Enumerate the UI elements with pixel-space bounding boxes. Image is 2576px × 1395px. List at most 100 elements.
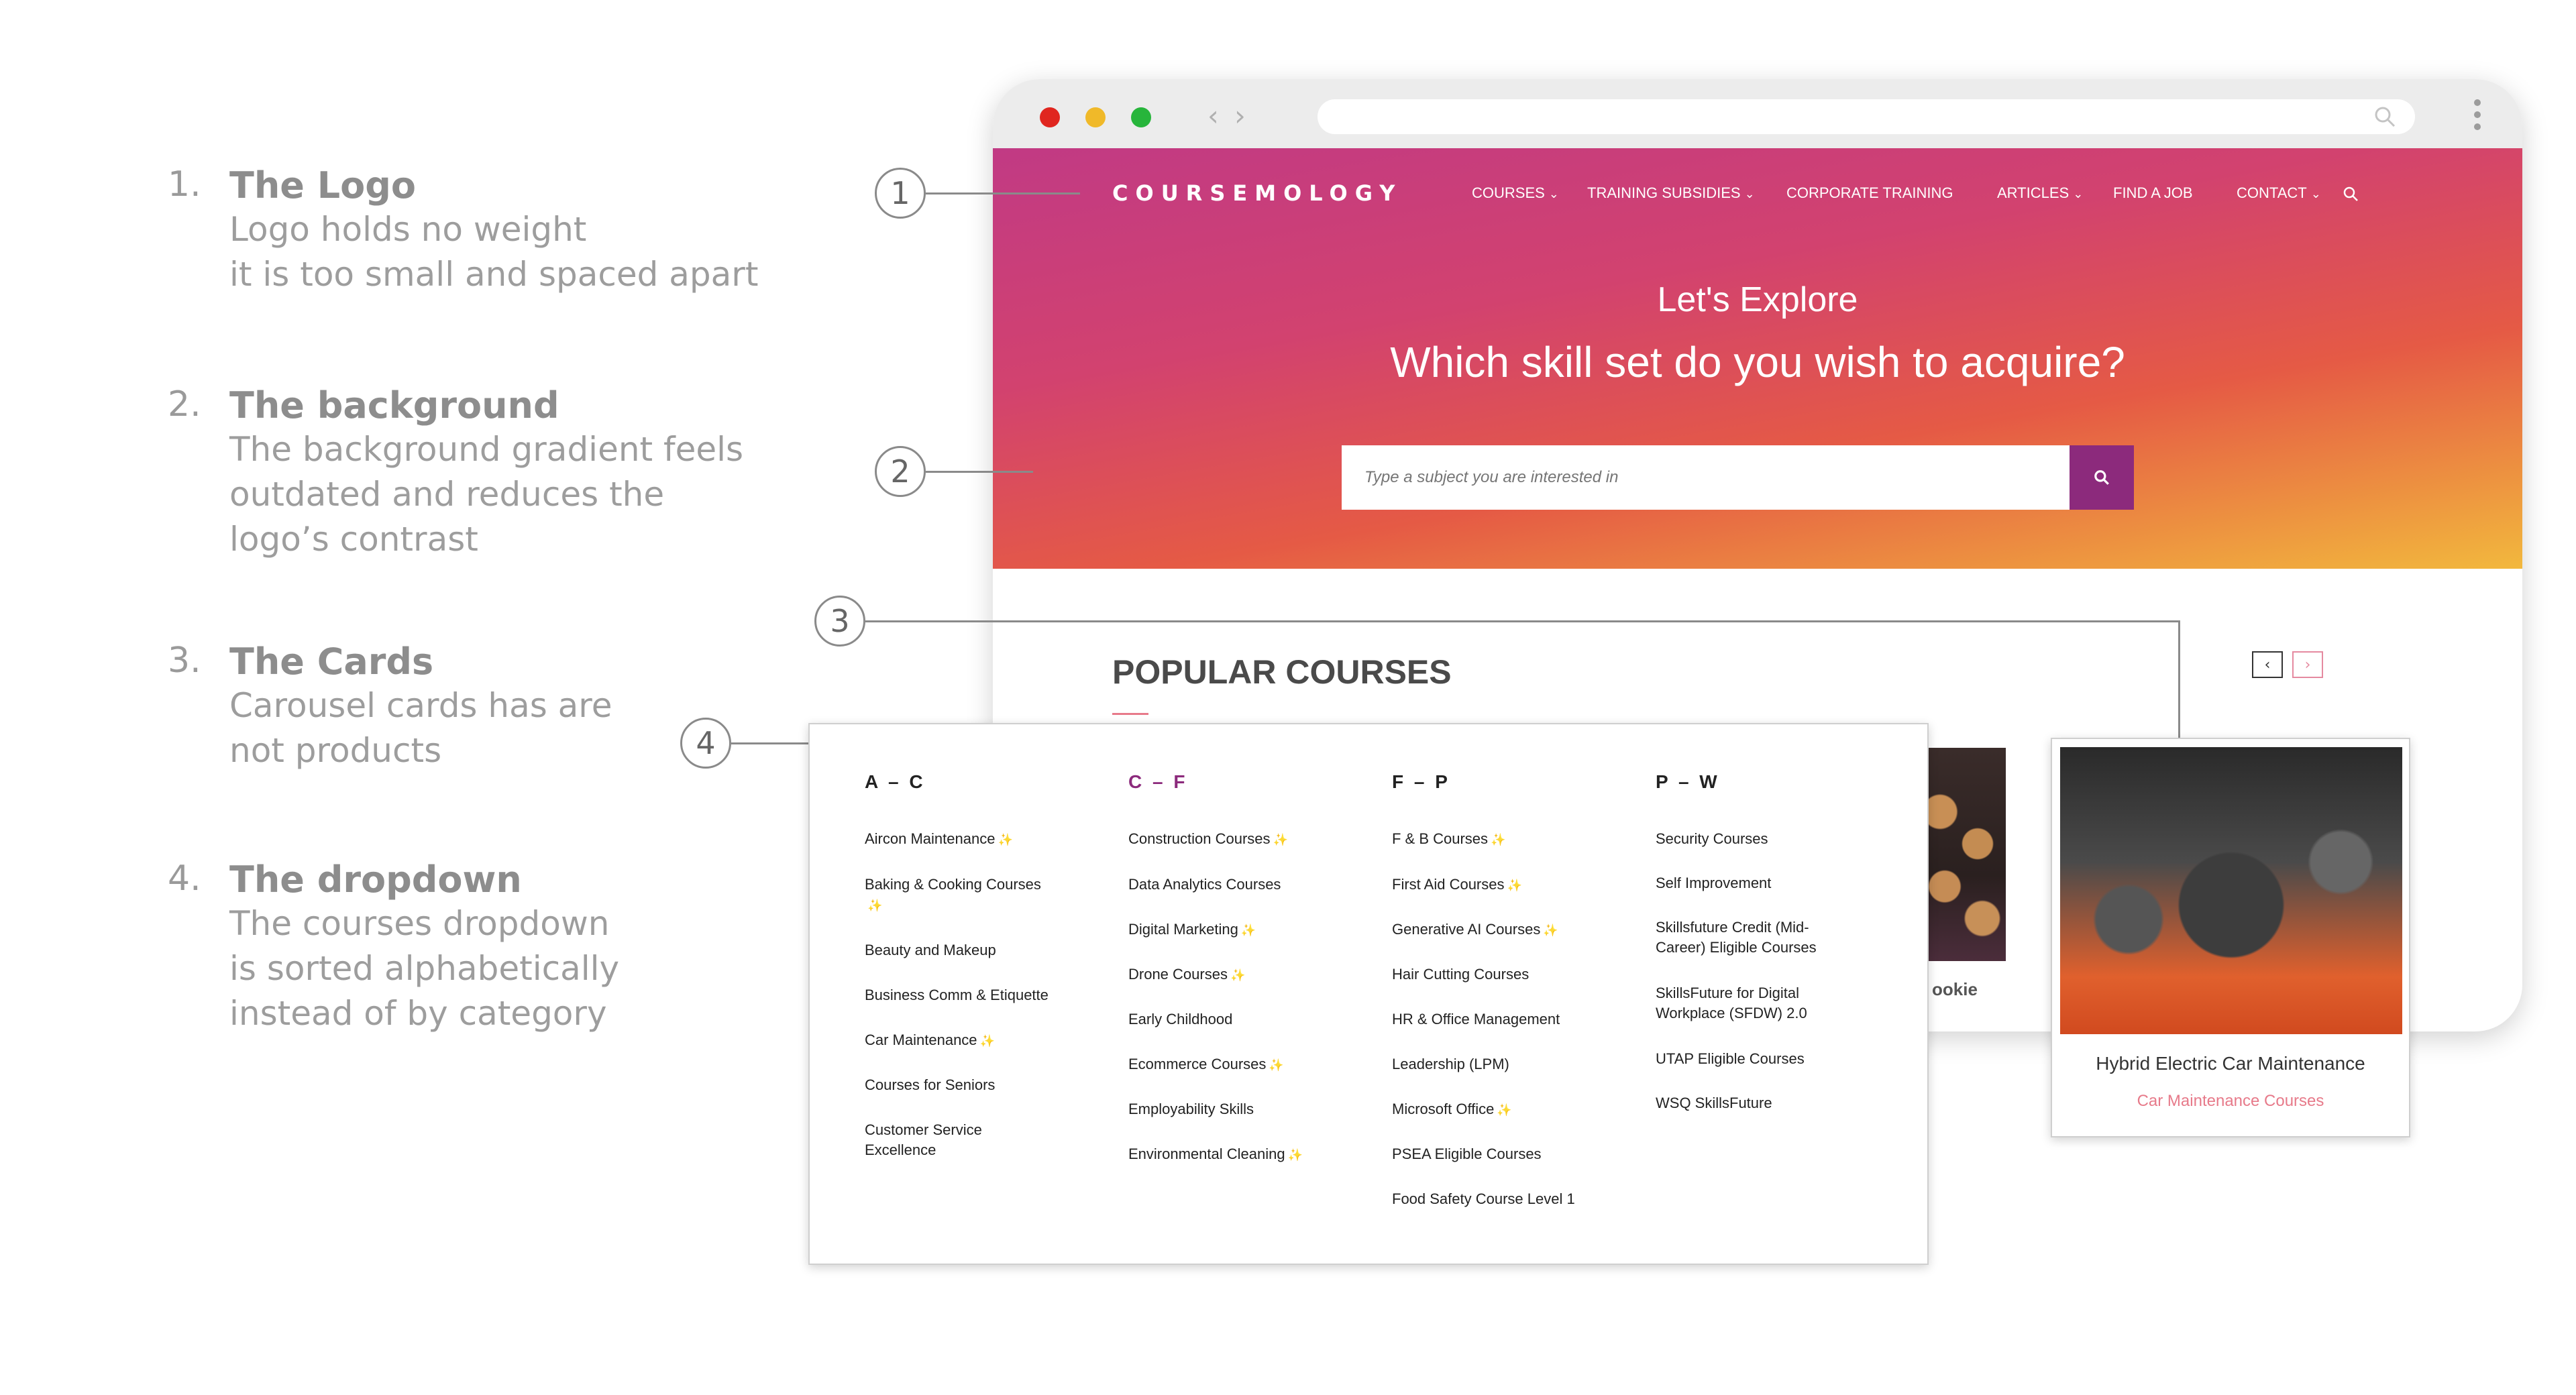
carousel-prev-button[interactable]: ‹: [2252, 651, 2283, 678]
annotation-text: instead of by category: [229, 994, 607, 1033]
course-card-title[interactable]: ookie: [1932, 979, 1978, 1000]
chevron-down-icon: ⌄: [1744, 187, 1755, 201]
search-icon[interactable]: [2343, 186, 2359, 202]
dropdown-item[interactable]: Ecommerce Courses ✨: [1128, 1054, 1350, 1075]
sparkle-icon: ✨: [1273, 833, 1288, 846]
item-label: Digital Marketing: [1128, 921, 1238, 938]
forward-arrow-icon[interactable]: ›: [1234, 99, 1246, 132]
callout-1: 1: [875, 168, 926, 219]
chevron-down-icon: ⌄: [2073, 187, 2084, 201]
dropdown-item[interactable]: Beauty and Makeup: [865, 940, 1086, 960]
annotation-text: logo’s contrast: [229, 520, 478, 559]
dropdown-item[interactable]: F & B Courses ✨: [1392, 829, 1613, 850]
carousel-next-button[interactable]: ›: [2292, 651, 2323, 678]
nav-articles[interactable]: ARTICLES ⌄: [1997, 184, 2083, 202]
item-label: WSQ SkillsFuture: [1656, 1095, 1772, 1111]
sparkle-icon: ✨: [1491, 833, 1506, 846]
nav-label: ARTICLES: [1997, 184, 2070, 201]
item-label: Customer Service Excellence: [865, 1121, 982, 1158]
item-label: Security Courses: [1656, 830, 1768, 847]
course-search-input[interactable]: [1342, 445, 2012, 510]
dropdown-item[interactable]: Business Comm & Etiquette: [865, 985, 1086, 1005]
item-label: Courses for Seniors: [865, 1076, 996, 1093]
minimize-window-button[interactable]: [1085, 107, 1106, 127]
nav-label: COURSES: [1472, 184, 1545, 201]
course-card-category[interactable]: Car Maintenance Courses: [2052, 1092, 2409, 1111]
dropdown-item[interactable]: Drone Courses ✨: [1128, 964, 1350, 985]
annotation-number: 2.: [168, 384, 201, 425]
column-heading: P – W: [1656, 771, 1720, 792]
item-label: Construction Courses: [1128, 830, 1271, 847]
close-window-button[interactable]: [1040, 107, 1060, 127]
item-label: Car Maintenance: [865, 1031, 977, 1048]
nav-find-a-job[interactable]: FIND A JOB: [2113, 184, 2193, 202]
sparkle-icon: ✨: [867, 899, 883, 912]
dropdown-item[interactable]: Environmental Cleaning ✨: [1128, 1144, 1350, 1165]
annotation-text: Carousel cards has are: [229, 686, 612, 725]
item-label: Self Improvement: [1656, 875, 1772, 891]
nav-training-subsidies[interactable]: TRAINING SUBSIDIES ⌄: [1587, 184, 1755, 202]
sparkle-icon: ✨: [1240, 924, 1256, 937]
nav-contact[interactable]: CONTACT ⌄: [2237, 184, 2321, 202]
more-menu-icon[interactable]: [2474, 99, 2482, 135]
maximize-window-button[interactable]: [1131, 107, 1151, 127]
nav-label: FIND A JOB: [2113, 184, 2193, 201]
item-label: Baking & Cooking Courses: [865, 876, 1041, 893]
dropdown-item[interactable]: Aircon Maintenance ✨: [865, 829, 1086, 850]
sparkle-icon: ✨: [1287, 1148, 1303, 1162]
dropdown-item[interactable]: Leadership (LPM): [1392, 1054, 1613, 1074]
dropdown-item[interactable]: Digital Marketing ✨: [1128, 919, 1350, 940]
dropdown-item[interactable]: Microsoft Office ✨: [1392, 1099, 1613, 1120]
search-button[interactable]: [2070, 445, 2134, 510]
course-card-title[interactable]: Hybrid Electric Car Maintenance: [2052, 1053, 2409, 1074]
column-heading: A – C: [865, 771, 926, 792]
address-bar[interactable]: [1318, 99, 2415, 134]
site-logo[interactable]: COURSEMOLOGY: [1112, 180, 1402, 206]
dropdown-item[interactable]: Self Improvement: [1656, 873, 1877, 893]
dropdown-item[interactable]: Baking & Cooking Courses ✨: [865, 875, 1086, 915]
item-label: Environmental Cleaning: [1128, 1146, 1285, 1162]
dropdown-item[interactable]: WSQ SkillsFuture: [1656, 1093, 1877, 1113]
chevron-down-icon: ⌄: [2310, 187, 2321, 201]
sparkle-icon: ✨: [998, 833, 1013, 846]
dropdown-item[interactable]: Early Childhood: [1128, 1009, 1350, 1029]
dropdown-item[interactable]: Customer Service Excellence: [865, 1120, 1026, 1160]
dropdown-item[interactable]: Construction Courses ✨: [1128, 829, 1350, 850]
dropdown-item[interactable]: Courses for Seniors: [865, 1075, 1086, 1095]
nav-label: CORPORATE TRAINING: [1786, 184, 1953, 201]
item-label: F & B Courses: [1392, 830, 1489, 847]
dropdown-item[interactable]: Data Analytics Courses: [1128, 875, 1350, 895]
item-label: Aircon Maintenance: [865, 830, 996, 847]
back-arrow-icon[interactable]: ‹: [1208, 99, 1219, 132]
callout-3: 3: [814, 596, 865, 647]
item-label: Generative AI Courses: [1392, 921, 1541, 938]
callout-4: 4: [680, 718, 731, 769]
dropdown-item[interactable]: Employability Skills: [1128, 1099, 1350, 1119]
dropdown-item[interactable]: Car Maintenance ✨: [865, 1030, 1086, 1051]
item-label: Ecommerce Courses: [1128, 1056, 1267, 1072]
dropdown-item[interactable]: Generative AI Courses ✨: [1392, 919, 1613, 940]
course-card[interactable]: Hybrid Electric Car Maintenance Car Main…: [2051, 738, 2410, 1137]
car-engine-image: [2060, 747, 2402, 1034]
search-icon: [2094, 470, 2109, 485]
callout-leader-line: [926, 471, 1033, 473]
dropdown-item[interactable]: Hair Cutting Courses: [1392, 964, 1613, 985]
courses-dropdown: A – C Aircon Maintenance ✨ Baking & Cooki…: [808, 723, 1929, 1265]
dropdown-item[interactable]: Skillsfuture Credit (Mid-Career) Eligibl…: [1656, 917, 1850, 958]
annotation-text: outdated and reduces the: [229, 475, 665, 514]
callout-leader-line: [2178, 620, 2180, 738]
hero-banner: COURSEMOLOGY COURSES ⌄ TRAINING SUBSIDIES…: [993, 148, 2522, 569]
annotation-text: Logo holds no weight: [229, 210, 587, 249]
dropdown-item[interactable]: HR & Office Management: [1392, 1009, 1613, 1029]
nav-corporate-training[interactable]: CORPORATE TRAINING: [1786, 184, 1953, 202]
dropdown-item[interactable]: Security Courses: [1656, 829, 1877, 849]
dropdown-item[interactable]: PSEA Eligible Courses: [1392, 1144, 1613, 1164]
nav-courses[interactable]: COURSES ⌄: [1472, 184, 1559, 202]
dropdown-item[interactable]: SkillsFuture for Digital Workplace (SFDW…: [1656, 983, 1843, 1023]
callout-leader-line: [926, 192, 1080, 194]
course-search-box: [1342, 445, 2070, 510]
dropdown-item[interactable]: First Aid Courses ✨: [1392, 875, 1613, 895]
callout-leader-line: [865, 620, 2180, 622]
dropdown-item[interactable]: Food Safety Course Level 1: [1392, 1189, 1613, 1209]
dropdown-item[interactable]: UTAP Eligible Courses: [1656, 1049, 1877, 1069]
